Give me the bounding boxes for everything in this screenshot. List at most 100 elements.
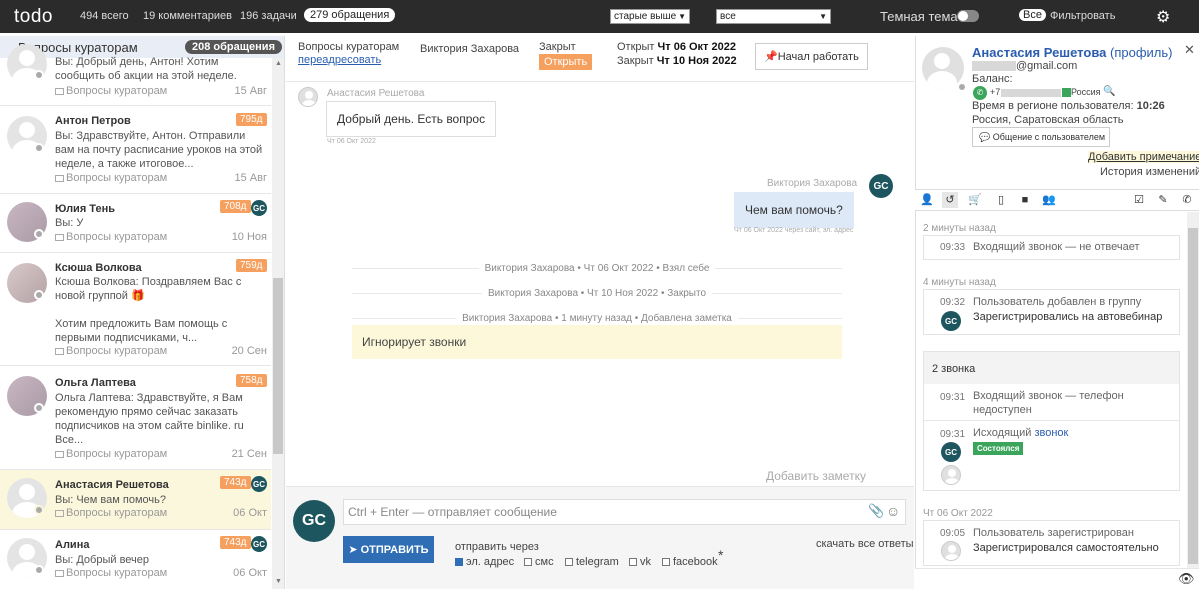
- person-icon[interactable]: 👤: [919, 192, 935, 208]
- list-item[interactable]: Алина 743д GC Вы: Добрый вечер Вопросы к…: [0, 530, 271, 589]
- ticket-agent[interactable]: Виктория Захарова: [420, 43, 519, 55]
- reassign-link[interactable]: переадресовать: [298, 54, 381, 66]
- chevron-down-icon: ▼: [678, 12, 686, 21]
- closed-date-row: Закрыт Чт 10 Ноя 2022: [617, 55, 737, 67]
- opened-date-row: Открыт Чт 06 Окт 2022: [617, 41, 736, 53]
- list-item-name: Анастасия Решетова: [55, 479, 169, 491]
- filter-select[interactable]: все ▼: [716, 9, 831, 24]
- emoji-icon[interactable]: ☺: [886, 503, 900, 519]
- panel-scrollbar-thumb[interactable]: [1188, 228, 1198, 564]
- list-item-date: 20 Сен: [231, 345, 267, 357]
- verified-icon: [1062, 88, 1071, 97]
- send-button[interactable]: ➤ ОТПРАВИТЬ: [343, 536, 434, 563]
- group-icon[interactable]: 👥: [1041, 192, 1057, 208]
- gear-icon[interactable]: ⚙: [1156, 7, 1170, 27]
- user-name-row[interactable]: Анастасия Решетова (профиль): [972, 45, 1172, 60]
- region-time-row: Время в регионе пользователя: 10:26: [972, 100, 1165, 112]
- requests-count[interactable]: 279 обращения: [304, 8, 396, 22]
- event-text-cont: недоступен: [973, 404, 1032, 416]
- list-item[interactable]: Ксюша Волкова 759д Ксюша Волкова: Поздра…: [0, 253, 271, 366]
- list-item-selected[interactable]: Анастасия Решетова 743д GC Вы: Чем вам п…: [0, 470, 271, 530]
- channel-facebook[interactable]: facebook: [662, 556, 718, 568]
- list-item[interactable]: Вы: Добрый день, Антон! Хотим сообщить о…: [0, 44, 271, 106]
- paper-plane-icon: ➤: [348, 544, 358, 556]
- cart-icon[interactable]: 🛒: [967, 192, 983, 208]
- scroll-down-icon[interactable]: ▼: [275, 578, 282, 585]
- channel-telegram[interactable]: telegram: [565, 556, 619, 568]
- scroll-up-icon[interactable]: ▲: [275, 60, 282, 67]
- channel-vk[interactable]: vk: [629, 556, 651, 568]
- list-item-name: Алина: [55, 539, 90, 551]
- event-text: Входящий звонок — не отвечает: [973, 241, 1140, 253]
- status-dot: [34, 505, 44, 515]
- open-ticket-button[interactable]: Открыть: [539, 54, 593, 70]
- message-input[interactable]: Ctrl + Enter — отправляет сообщение: [343, 499, 906, 525]
- event-time: 09:31: [940, 392, 966, 403]
- status-dot: [34, 403, 44, 413]
- channel-sms[interactable]: смс: [524, 556, 554, 568]
- download-answers-link[interactable]: скачать все ответы: [816, 538, 914, 550]
- list-item-date: 15 Авг: [234, 85, 267, 97]
- timeline-group: 2 минуты назад: [923, 223, 996, 234]
- tasks-count[interactable]: 196 задачи: [240, 10, 297, 22]
- sort-select[interactable]: старые выше ▼: [610, 9, 690, 24]
- call-link[interactable]: звонок: [1034, 427, 1068, 439]
- agent-gc-icon: GC: [251, 476, 267, 492]
- total-count[interactable]: 494 всего: [80, 10, 129, 22]
- list-item-queue: Вопросы кураторам: [55, 345, 167, 357]
- event-line: Виктория Захарова • 1 минуту назад • Доб…: [352, 313, 842, 324]
- filter-button[interactable]: Фильтровать: [1050, 10, 1115, 22]
- age-badge: 743д: [220, 476, 251, 489]
- chevron-down-icon: ▼: [819, 12, 827, 21]
- message-time: Чт 06 Окт 2022: [327, 138, 376, 145]
- list-item-date: 21 Сен: [231, 448, 267, 460]
- timeline-card: 09:33 Входящий звонок — не отвечает: [923, 235, 1180, 260]
- close-icon[interactable]: ✕: [1184, 42, 1195, 58]
- list-item[interactable]: Ольга Лаптева 758д Ольга Лаптева: Здравс…: [0, 366, 271, 470]
- avatar: [941, 541, 961, 561]
- event-time: 09:05: [940, 528, 966, 539]
- status-dot: [34, 565, 44, 575]
- comments-count[interactable]: 19 комментариев: [143, 10, 232, 22]
- event-text: Пользователь добавлен в группу: [973, 296, 1142, 308]
- list-item[interactable]: Юлия Тень 708д GC Вы: У Вопросы куратора…: [0, 194, 271, 253]
- channel-email[interactable]: эл. адрес: [455, 556, 514, 568]
- panel-footer: [915, 568, 1199, 589]
- app-logo[interactable]: todo: [14, 6, 53, 28]
- list-item-date: 06 Окт: [233, 507, 267, 519]
- list-item-message: Вы: Добрый вечер: [55, 554, 150, 566]
- list-scrollbar-thumb[interactable]: [273, 278, 283, 454]
- checkbox-icon[interactable]: ☑: [1131, 192, 1147, 208]
- list-item-message: Вы: Здравствуйте, Антон. Отправили вам н…: [55, 130, 263, 170]
- top-bar: todo 494 всего 19 комментариев 196 задач…: [0, 0, 1199, 33]
- history-icon[interactable]: ↺: [942, 192, 958, 208]
- tablet-icon[interactable]: ▯: [993, 192, 1009, 208]
- list-item-message: Вы: У: [55, 217, 84, 229]
- pencil-icon[interactable]: ✎: [1155, 192, 1171, 208]
- queue-count: 208 обращения: [185, 40, 282, 54]
- redacted-phone: [1001, 89, 1061, 97]
- calls-card: 2 звонка 09:31 Входящий звонок — телефон…: [923, 351, 1180, 491]
- history-link[interactable]: История изменений: [1100, 166, 1199, 178]
- agent-gc-icon: GC: [251, 200, 267, 216]
- search-icon[interactable]: 🔍: [1103, 86, 1115, 97]
- list-item-date: 15 Авг: [234, 172, 267, 184]
- paperclip-icon[interactable]: 📎: [868, 503, 884, 519]
- video-icon[interactable]: ■: [1017, 192, 1033, 208]
- phone-icon[interactable]: ✆: [1179, 192, 1195, 208]
- list-item[interactable]: Антон Петров 795д Вы: Здравствуйте, Анто…: [0, 106, 271, 194]
- start-work-button[interactable]: 📌Начал работать: [755, 43, 868, 70]
- phone-icon[interactable]: ✆: [973, 86, 987, 100]
- event-time: 09:32: [940, 297, 966, 308]
- envelope-icon: [55, 347, 64, 355]
- event-text: Пользователь зарегистрирован: [973, 527, 1134, 539]
- list-item-queue: Вопросы кураторам: [55, 231, 167, 243]
- status-badge: Состоялся: [973, 442, 1024, 455]
- list-item-name: Ольга Лаптева: [55, 377, 136, 389]
- chat-with-user-button[interactable]: 💬 Общение с пользователем: [972, 127, 1110, 147]
- add-note-link[interactable]: Добавить заметку: [766, 469, 866, 483]
- all-badge[interactable]: Все: [1019, 9, 1046, 21]
- eye-icon[interactable]: 👁: [1178, 571, 1195, 587]
- dark-theme-toggle[interactable]: [957, 10, 979, 22]
- add-remark-link[interactable]: Добавить примечание: [1088, 151, 1199, 163]
